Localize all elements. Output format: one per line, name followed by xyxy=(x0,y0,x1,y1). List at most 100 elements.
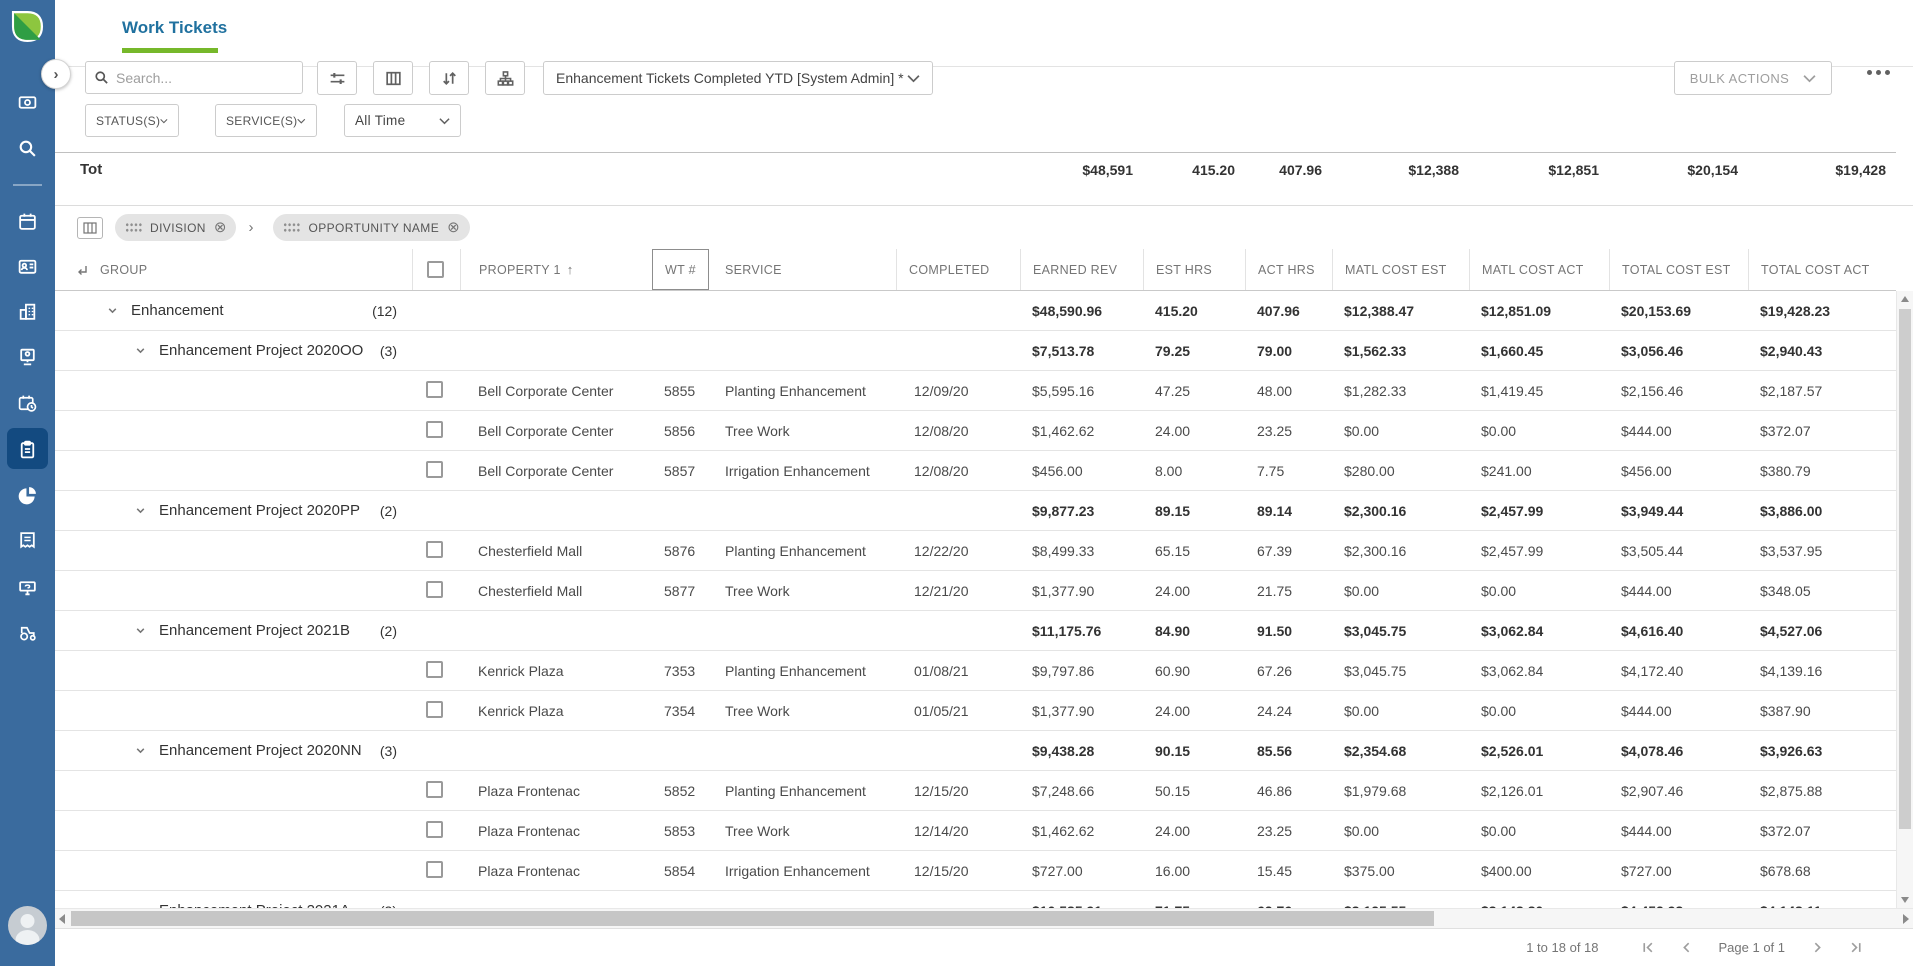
row-checkbox[interactable] xyxy=(426,421,443,438)
row-checkbox[interactable] xyxy=(426,541,443,558)
schedule-icon[interactable] xyxy=(17,393,38,414)
tab-work-tickets[interactable]: Work Tickets xyxy=(122,18,227,38)
time-filter-dropdown[interactable]: All Time xyxy=(344,104,461,137)
filter-settings-icon[interactable] xyxy=(317,61,357,95)
row-checkbox[interactable] xyxy=(426,381,443,398)
banknote-icon[interactable] xyxy=(17,92,38,113)
scroll-down-icon[interactable] xyxy=(1901,897,1909,903)
chevron-down-icon[interactable] xyxy=(135,745,153,756)
group-panel-icon[interactable] xyxy=(77,217,103,239)
opportunities-award-icon[interactable] xyxy=(17,346,38,367)
last-page-icon[interactable] xyxy=(1850,941,1863,954)
service-filter-dropdown[interactable]: SERVICE(S) xyxy=(215,104,317,137)
group-hierarchy-icon[interactable] xyxy=(485,61,525,95)
ticket-row[interactable]: Plaza Frontenac5853Tree Work12/14/20$1,4… xyxy=(55,811,1896,851)
ticket-row[interactable]: Plaza Frontenac5854Irrigation Enhancemen… xyxy=(55,851,1896,891)
row-checkbox[interactable] xyxy=(426,861,443,878)
scroll-left-icon[interactable] xyxy=(59,914,65,924)
wt-number-cell: 5877 xyxy=(652,583,709,599)
group-chip-opportunity-name[interactable]: OPPORTUNITY NAME ⊗ xyxy=(273,214,469,241)
total-cost-act-cell: $3,537.95 xyxy=(1748,543,1896,559)
col-earned-rev[interactable]: EARNED REV xyxy=(1020,249,1143,290)
row-checkbox[interactable] xyxy=(426,781,443,798)
row-checkbox[interactable] xyxy=(426,661,443,678)
row-checkbox[interactable] xyxy=(426,821,443,838)
collapse-all-icon[interactable] xyxy=(75,263,89,277)
col-est-hrs[interactable]: EST HRS xyxy=(1143,249,1245,290)
first-page-icon[interactable] xyxy=(1641,941,1654,954)
group-row[interactable]: Enhancement Project 2020OO(3)$7,513.7879… xyxy=(55,331,1896,371)
sort-icon[interactable] xyxy=(429,61,469,95)
prev-page-icon[interactable] xyxy=(1680,941,1693,954)
ticket-row[interactable]: Kenrick Plaza7353Planting Enhancement01/… xyxy=(55,651,1896,691)
remove-chip-icon[interactable]: ⊗ xyxy=(214,220,227,235)
chevron-down-icon[interactable] xyxy=(135,505,153,516)
remove-chip-icon[interactable]: ⊗ xyxy=(447,220,460,235)
col-matl-cost-act[interactable]: MATL COST ACT xyxy=(1469,249,1609,290)
chevron-down-icon[interactable] xyxy=(135,345,153,356)
equipment-tractor-icon[interactable] xyxy=(17,622,38,643)
col-property[interactable]: PROPERTY 1 ↑ xyxy=(460,249,652,290)
row-checkbox[interactable] xyxy=(426,581,443,598)
col-act-hrs[interactable]: ACT HRS xyxy=(1245,249,1332,290)
more-options-icon[interactable] xyxy=(1867,70,1890,75)
horizontal-scrollbar[interactable] xyxy=(55,908,1913,928)
row-checkbox[interactable] xyxy=(426,701,443,718)
scroll-up-icon[interactable] xyxy=(1901,296,1909,302)
col-group[interactable]: GROUP xyxy=(100,263,147,277)
sidebar-expand-button[interactable]: › xyxy=(41,59,71,89)
checkbox-cell xyxy=(412,701,460,721)
group-chip-division[interactable]: DIVISION ⊗ xyxy=(115,214,236,241)
bulk-actions-button[interactable]: BULK ACTIONS xyxy=(1674,61,1832,95)
chevron-down-icon[interactable] xyxy=(135,625,153,636)
matl-cost-act-cell: $3,062.84 xyxy=(1469,623,1609,639)
group-row[interactable]: Enhancement Project 2021B(2)$11,175.7684… xyxy=(55,611,1896,651)
chevron-down-icon[interactable] xyxy=(107,305,125,316)
next-page-icon[interactable] xyxy=(1811,941,1824,954)
col-total-cost-act[interactable]: TOTAL COST ACT xyxy=(1748,249,1896,290)
group-cell xyxy=(55,651,412,690)
ticket-row[interactable]: Chesterfield Mall5877Tree Work12/21/20$1… xyxy=(55,571,1896,611)
invoice-receipt-icon[interactable] xyxy=(17,530,38,551)
search-input[interactable] xyxy=(116,70,297,86)
saved-view-dropdown[interactable]: Enhancement Tickets Completed YTD [Syste… xyxy=(543,61,933,95)
payments-icon[interactable] xyxy=(17,577,38,598)
group-row[interactable]: Enhancement Project 2020NN(3)$9,438.2890… xyxy=(55,731,1896,771)
scroll-right-icon[interactable] xyxy=(1903,914,1909,924)
aspire-leaf-logo[interactable] xyxy=(10,9,45,44)
col-completed[interactable]: COMPLETED xyxy=(896,249,1020,290)
group-row[interactable]: Enhancement(12)$48,590.96415.20407.96$12… xyxy=(55,291,1896,331)
row-checkbox[interactable] xyxy=(426,461,443,478)
work-tickets-clipboard-icon[interactable] xyxy=(17,439,38,460)
ticket-row[interactable]: Bell Corporate Center5855Planting Enhanc… xyxy=(55,371,1896,411)
vertical-scrollbar-thumb[interactable] xyxy=(1899,309,1911,829)
group-row[interactable]: Enhancement Project 2021A(2)$10,585.9171… xyxy=(55,891,1896,908)
matl-cost-est-cell: $1,282.33 xyxy=(1332,383,1469,399)
contacts-icon[interactable] xyxy=(17,256,38,277)
columns-icon[interactable] xyxy=(373,61,413,95)
ticket-row[interactable]: Bell Corporate Center5856Tree Work12/08/… xyxy=(55,411,1896,451)
user-avatar[interactable] xyxy=(8,906,47,945)
matl-cost-act-cell: $2,126.01 xyxy=(1469,783,1609,799)
col-total-cost-est[interactable]: TOTAL COST EST xyxy=(1609,249,1748,290)
col-matl-cost-est[interactable]: MATL COST EST xyxy=(1332,249,1469,290)
ticket-row[interactable]: Bell Corporate Center5857Irrigation Enha… xyxy=(55,451,1896,491)
reports-pie-chart-icon[interactable] xyxy=(17,485,38,506)
col-service[interactable]: SERVICE xyxy=(709,249,896,290)
calendar-icon[interactable] xyxy=(17,211,38,232)
status-filter-dropdown[interactable]: STATUS(S) xyxy=(85,104,179,137)
ticket-row[interactable]: Chesterfield Mall5876Planting Enhancemen… xyxy=(55,531,1896,571)
service-cell: Planting Enhancement xyxy=(709,783,896,799)
ticket-row[interactable]: Plaza Frontenac5852Planting Enhancement1… xyxy=(55,771,1896,811)
horizontal-scrollbar-thumb[interactable] xyxy=(71,911,1434,926)
vertical-scrollbar[interactable] xyxy=(1896,291,1913,908)
search-icon[interactable] xyxy=(17,138,38,159)
drag-handle-icon[interactable] xyxy=(125,222,142,233)
ticket-row[interactable]: Kenrick Plaza7354Tree Work01/05/21$1,377… xyxy=(55,691,1896,731)
drag-handle-icon[interactable] xyxy=(283,222,300,233)
select-all-checkbox[interactable] xyxy=(427,261,444,278)
matl-cost-act-cell: $400.00 xyxy=(1469,863,1609,879)
properties-building-icon[interactable] xyxy=(17,301,38,322)
group-row[interactable]: Enhancement Project 2020PP(2)$9,877.2389… xyxy=(55,491,1896,531)
col-wt-number[interactable]: WT # xyxy=(652,249,709,290)
